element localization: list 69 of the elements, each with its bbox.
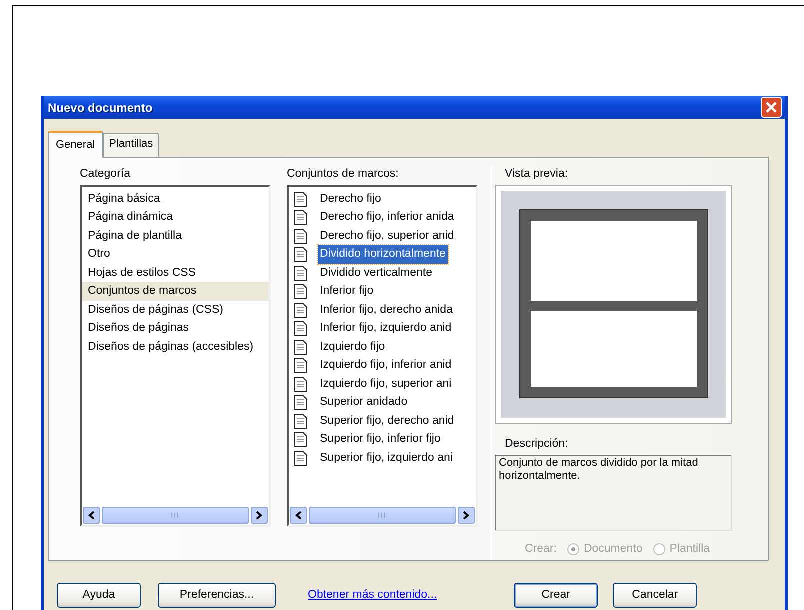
scroll-left-button[interactable] xyxy=(290,506,307,524)
list-item[interactable]: Hojas de estilos CSS xyxy=(82,264,269,282)
document-icon xyxy=(293,376,308,392)
document-icon xyxy=(293,209,308,226)
chevron-right-icon[interactable] xyxy=(256,510,263,520)
radio-label: Documento xyxy=(584,542,643,557)
list-item[interactable]: Derecho fijo xyxy=(318,190,384,208)
document-icon xyxy=(293,338,308,356)
close-icon[interactable] xyxy=(765,101,778,114)
list-item[interactable]: Superior fijo, izquierdo ani xyxy=(318,448,455,468)
list-item[interactable]: Superior fijo, derecho anid xyxy=(318,412,456,430)
list-item[interactable]: Página de plantilla xyxy=(82,226,269,246)
dialog-button[interactable]: Cancelar xyxy=(613,582,698,608)
scroll-left-button[interactable] xyxy=(83,506,100,524)
list-item[interactable]: Diseños de páginas (accesibles) xyxy=(82,338,269,356)
tab[interactable]: General xyxy=(48,131,104,158)
list-item[interactable]: Inferior fijo xyxy=(318,282,376,301)
document-icon xyxy=(293,394,308,411)
more-content-link[interactable]: Obtener más contenido... xyxy=(308,586,438,604)
dialog-button[interactable]: Ayuda xyxy=(57,582,141,608)
list-item[interactable]: Inferior fijo, derecho anida xyxy=(318,300,455,320)
list-label: Categoría xyxy=(80,166,132,182)
horizontal-scrollbar[interactable] xyxy=(290,506,475,524)
list-item[interactable]: Superior anidado xyxy=(318,393,410,412)
list-item[interactable]: Dividido horizontalmente xyxy=(318,245,448,264)
preview-label: Vista previa: xyxy=(505,166,570,182)
list-item[interactable]: Diseños de páginas xyxy=(82,319,269,338)
list-item[interactable]: Izquierdo fijo xyxy=(318,338,388,356)
scroll-right-button[interactable] xyxy=(251,506,268,524)
create-label: Crear: xyxy=(525,542,557,557)
chevron-left-icon[interactable] xyxy=(88,510,95,520)
document-icon xyxy=(293,264,308,282)
list-item[interactable]: Otro xyxy=(82,245,269,264)
list-item[interactable]: Superior fijo, inferior fijo xyxy=(318,430,443,449)
list-item[interactable]: Diseños de páginas (CSS) xyxy=(82,300,269,320)
list-item[interactable]: Derecho fijo, inferior anida xyxy=(318,208,456,227)
list-item[interactable]: Página básica xyxy=(82,190,269,208)
horizontal-scrollbar[interactable] xyxy=(83,506,268,524)
document-icon xyxy=(293,412,308,430)
list-item[interactable]: Izquierdo fijo, inferior anid xyxy=(318,356,454,375)
document-icon xyxy=(293,190,308,208)
document-icon xyxy=(293,357,308,374)
list-item[interactable]: Dividido verticalmente xyxy=(318,264,434,282)
list-label: Conjuntos de marcos: xyxy=(287,166,400,182)
list-item[interactable]: Conjuntos de marcos xyxy=(82,282,269,301)
scrollbar-thumb[interactable] xyxy=(309,506,456,524)
list-item[interactable]: Inferior fijo, izquierdo anid xyxy=(318,319,454,338)
description-label: Descripción: xyxy=(505,436,570,452)
document-icon xyxy=(293,302,308,318)
scrollbar-thumb[interactable] xyxy=(102,506,249,524)
close-button[interactable] xyxy=(761,97,782,118)
document-icon xyxy=(293,283,308,300)
window-title: Nuevo documento xyxy=(48,100,153,116)
document-icon xyxy=(293,431,308,448)
list-item[interactable]: Izquierdo fijo, superior ani xyxy=(318,374,454,394)
document-icon xyxy=(293,320,308,337)
tab[interactable]: Plantillas xyxy=(103,133,160,156)
chevron-left-icon[interactable] xyxy=(295,510,302,520)
document-icon xyxy=(293,450,308,466)
list-item[interactable]: Derecho fijo, superior anid xyxy=(318,226,456,246)
radio-label: Plantilla xyxy=(670,542,710,557)
document-icon xyxy=(293,246,308,263)
dialog-button[interactable]: Crear xyxy=(514,582,598,608)
description-text: Conjunto de marcos dividido por la mitad horizontalmente. xyxy=(495,455,732,531)
list-item[interactable]: Página dinámica xyxy=(82,208,269,227)
chevron-right-icon[interactable] xyxy=(463,510,470,520)
dialog-button[interactable]: Preferencias... xyxy=(158,582,276,608)
scroll-right-button[interactable] xyxy=(458,506,475,524)
document-icon xyxy=(293,228,308,244)
